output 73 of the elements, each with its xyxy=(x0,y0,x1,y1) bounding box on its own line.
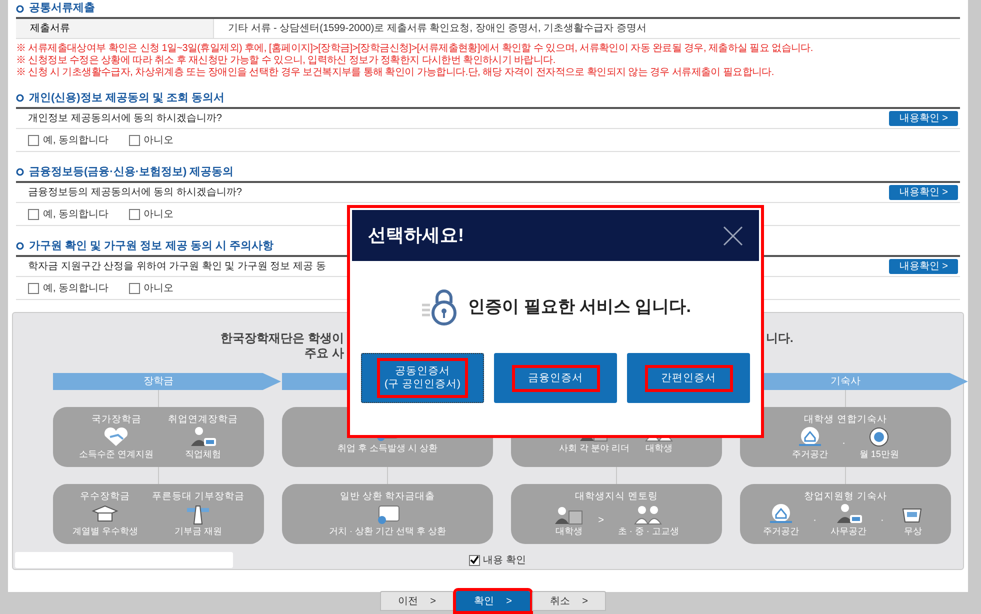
separator: · xyxy=(880,514,884,528)
checkbox[interactable] xyxy=(28,134,39,146)
service-label: 월 15만원 xyxy=(859,448,899,460)
service-label: 주거공간 xyxy=(792,448,828,460)
consent-question: 개인정보 제공동의서에 동의 하시겠습니까? xyxy=(28,112,222,126)
service-label: 초 · 중 · 고교생 xyxy=(618,525,679,537)
service-label: 무상 xyxy=(904,525,922,537)
service-label: 주거공간 xyxy=(763,525,800,537)
service-title: 국가장학금 xyxy=(91,414,142,426)
service-card: 일반 상환 학자금대출 거치 · 상환 기간 선택 후 상환 xyxy=(282,484,493,544)
checkbox[interactable] xyxy=(469,554,480,566)
checkbox[interactable] xyxy=(128,208,140,220)
section-title: 가구원 확인 및 가구원 정보 제공 동의 시 주의사항 xyxy=(29,238,274,254)
dialog-message: 인증이 필요한 서비스 입니다. xyxy=(468,296,691,318)
warning-note: ※ 신청정보 수정은 상황에 따라 취소 후 재신청만 가능할 수 있으니, 입력하신 정보가 정확한지 다시한번 확인하시기 바랍니다. xyxy=(16,55,556,66)
warning-note: ※ 서류제출대상여부 확인은 신청 1일~3일(휴일제외) 후에, [홈페이지]>[장학금]>[장학금신청]>[서류제출현황]에서 확인할 수 있으며, 서류확인이 자동 완료될 경우, 제출하실 필요 없습니다. xyxy=(16,43,814,54)
service-label: 취업 후 소득발생 시 상환 xyxy=(337,442,438,454)
option-label: 예, 동의합니다 xyxy=(43,134,109,148)
dialog-title: 선택하세요! xyxy=(368,224,464,247)
service-title: 취업연계장학금 xyxy=(168,414,238,426)
headline-text: 한국장학재단은 학생이 xyxy=(220,331,344,346)
nav-button[interactable]: 확인 > xyxy=(456,591,530,611)
service-title: 우수장학금 xyxy=(80,491,130,503)
section-title: 금융정보등(금융·신용·보험정보) 제공동의 xyxy=(29,164,234,180)
service-label: 사무공간 xyxy=(830,525,866,537)
option-label: 아니오 xyxy=(144,282,174,296)
certificate-button[interactable]: 금융인증서 xyxy=(494,353,617,403)
service-label: 거치 · 상환 기간 선택 후 상환 xyxy=(329,525,446,537)
view-content-button[interactable]: 내용확인 > xyxy=(889,185,958,200)
checkbox[interactable] xyxy=(128,282,140,294)
service-card: 창업지원형 기숙사 주거공간 · 사무공간 · 무상 xyxy=(740,484,951,544)
service-label: 계열별 우수학생 xyxy=(72,525,138,537)
headline-text: 주요 사 xyxy=(304,346,344,361)
service-title: 푸른등대 기부장학금 xyxy=(152,491,245,503)
consent-question: 학자금 지원구간 산정을 위하여 가구원 확인 및 가구원 정보 제공 동 xyxy=(28,260,326,274)
service-label: 기부금 재원 xyxy=(174,525,222,537)
checkbox[interactable] xyxy=(128,134,140,146)
section-title: 공통서류제출 xyxy=(29,1,95,16)
nav-button[interactable]: 이전 > xyxy=(380,591,454,611)
bullet-icon xyxy=(16,4,24,12)
table-cell-text: 기타 서류 - 상담센터(1599-2000)로 제출서류 확인요청, 장애인 증명서, 기초생활수급자 증명서 xyxy=(227,22,646,36)
service-card: 대학생 연합기숙사 주거공간 · 월 15만원 xyxy=(740,407,951,467)
nav-button[interactable]: 취소 > xyxy=(532,591,606,611)
checkbox[interactable] xyxy=(28,282,39,294)
table-header-cell: 제출서류 xyxy=(16,19,214,38)
service-label: 대학생 xyxy=(556,525,583,537)
section-title: 개인(신용)정보 제공동의 및 조회 동의서 xyxy=(29,90,225,106)
view-content-button[interactable]: 내용확인 > xyxy=(889,111,958,126)
separator: · xyxy=(842,436,846,450)
service-label: 대학생 xyxy=(645,442,672,454)
service-label: 사회 각 분야 리더 xyxy=(559,442,630,454)
service-label: 소득수준 연계지원 xyxy=(79,448,154,460)
close-icon[interactable] xyxy=(723,226,743,246)
bullet-icon xyxy=(16,168,24,176)
service-label: 직업체험 xyxy=(184,448,221,460)
view-content-button[interactable]: 내용확인 > xyxy=(889,259,958,274)
warning-note: ※ 신청 시 기초생활수급자, 차상위계층 또는 장애인을 선택한 경우 보건복지부를 통해 확인이 가능합니다.단, 해당 자격이 전자적으로 확인되지 않는 경우 서류제출이 필요합니다. xyxy=(16,67,775,78)
text-field[interactable] xyxy=(15,552,233,568)
service-card: 대학생지식 멘토링 대학생 > 초 · 중 · 고교생 xyxy=(511,484,722,544)
checkbox[interactable] xyxy=(28,208,39,220)
certificate-button[interactable]: 공동인증서 (구 공인인증서) xyxy=(361,353,484,403)
separator: > xyxy=(598,514,604,528)
bullet-icon xyxy=(16,242,24,250)
confirm-label: 내용 확인 xyxy=(483,554,526,568)
separator: · xyxy=(813,514,816,528)
certificate-button[interactable]: 간편인증서 xyxy=(627,353,750,403)
option-label: 아니오 xyxy=(144,208,174,222)
consent-question: 금융정보등의 제공동의서에 동의 하시겠습니까? xyxy=(28,186,242,200)
option-label: 아니오 xyxy=(144,134,174,148)
option-label: 예, 동의합니다 xyxy=(43,208,109,222)
bullet-icon xyxy=(16,94,24,102)
headline-text: 니다. xyxy=(766,331,794,347)
option-label: 예, 동의합니다 xyxy=(43,282,109,296)
